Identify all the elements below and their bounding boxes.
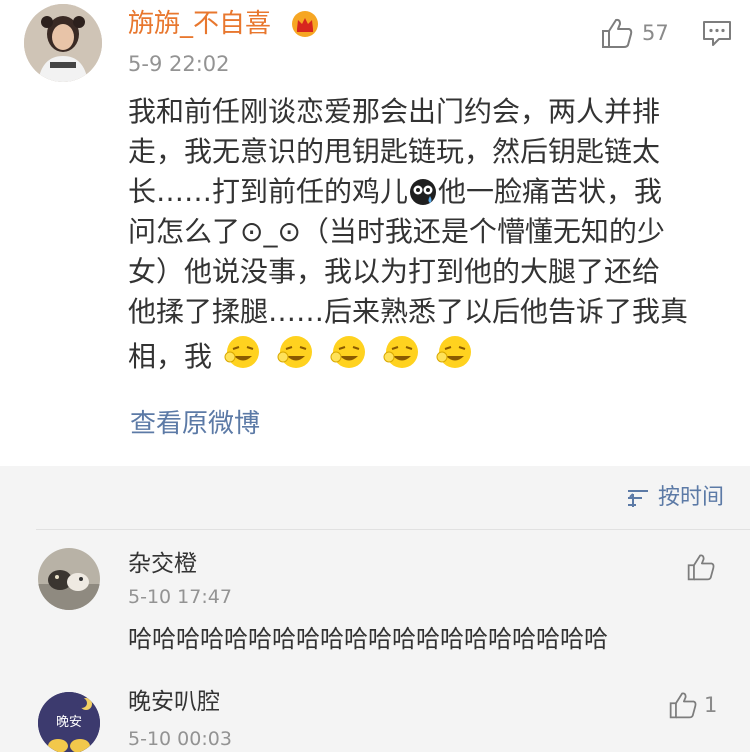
like-icon[interactable] — [600, 16, 634, 50]
content-line: 走，我无意识的甩钥匙链玩，然后钥匙链太 — [128, 135, 661, 168]
crown-icon — [292, 11, 318, 37]
laughing-emoji-row — [212, 336, 477, 373]
content-line: 我和前任刚谈恋爱那会出门约会，两人并排 — [128, 95, 661, 128]
comment-text: 哈哈哈哈哈哈哈哈哈哈哈哈哈哈哈哈哈哈哈哈 — [128, 625, 608, 653]
content-line: 问怎么了⊙_⊙（当时我还是个懵懂无知的少 — [128, 215, 665, 248]
content-line: 女）他说没事，我以为打到他的大腿了还给 — [128, 255, 661, 288]
avatar-text: 晚安 — [56, 715, 82, 730]
sort-label: 按时间 — [657, 485, 724, 510]
avatar[interactable] — [24, 4, 102, 82]
comment-timestamp: 5-10 00:03 — [128, 728, 232, 750]
comment-username[interactable]: 杂交橙 — [128, 548, 197, 580]
avatar[interactable]: 晚安 — [38, 692, 100, 752]
sort-toggle[interactable]: 按时间 — [626, 482, 724, 514]
main-post: 旃旃_不自喜 5-9 22:02 57 我和前任刚谈恋爱那会出门约会，两人并排 … — [0, 0, 750, 466]
laughing-emoji — [277, 336, 312, 368]
comments-section: 按时间 杂交橙 5-10 17:47 哈哈哈哈哈哈哈哈哈哈哈哈哈哈哈哈哈哈哈哈 — [0, 466, 750, 752]
content-text: 长……打到前任的鸡儿 — [128, 175, 409, 208]
comment-timestamp: 5-10 17:47 — [128, 586, 232, 608]
content-line: 长……打到前任的鸡儿 他一脸痛苦状，我 — [128, 172, 728, 212]
content-text: 相，我 — [128, 340, 213, 373]
view-original-link[interactable]: 查看原微博 — [130, 406, 260, 442]
content-line: 他揉了揉腿……后来熟悉了以后他告诉了我真 — [128, 295, 689, 328]
weibo-comment-screen: 旃旃_不自喜 5-9 22:02 57 我和前任刚谈恋爱那会出门约会，两人并排 … — [0, 0, 750, 752]
like-count: 1 — [704, 693, 718, 717]
like-count: 57 — [642, 21, 669, 45]
comment-icon[interactable] — [702, 19, 732, 47]
username[interactable]: 旃旃_不自喜 — [128, 6, 271, 42]
sort-icon — [627, 490, 648, 507]
avatar[interactable] — [38, 548, 100, 610]
laughing-emoji — [224, 336, 259, 368]
laughing-emoji — [436, 336, 471, 368]
content-line: 相，我 — [128, 332, 728, 377]
divider — [36, 529, 750, 530]
like-icon[interactable] — [668, 690, 698, 720]
like-icon[interactable] — [686, 552, 716, 582]
laughing-emoji — [383, 336, 418, 368]
comment-username[interactable]: 晚安叭腔 — [128, 686, 220, 718]
content-text: 他一脸痛苦状，我 — [438, 175, 663, 208]
post-timestamp: 5-9 22:02 — [128, 52, 230, 76]
post-content: 我和前任刚谈恋爱那会出门约会，两人并排 走，我无意识的甩钥匙链玩，然后钥匙链太 … — [128, 92, 728, 377]
crying-emoji — [410, 179, 437, 205]
laughing-emoji — [330, 336, 365, 368]
